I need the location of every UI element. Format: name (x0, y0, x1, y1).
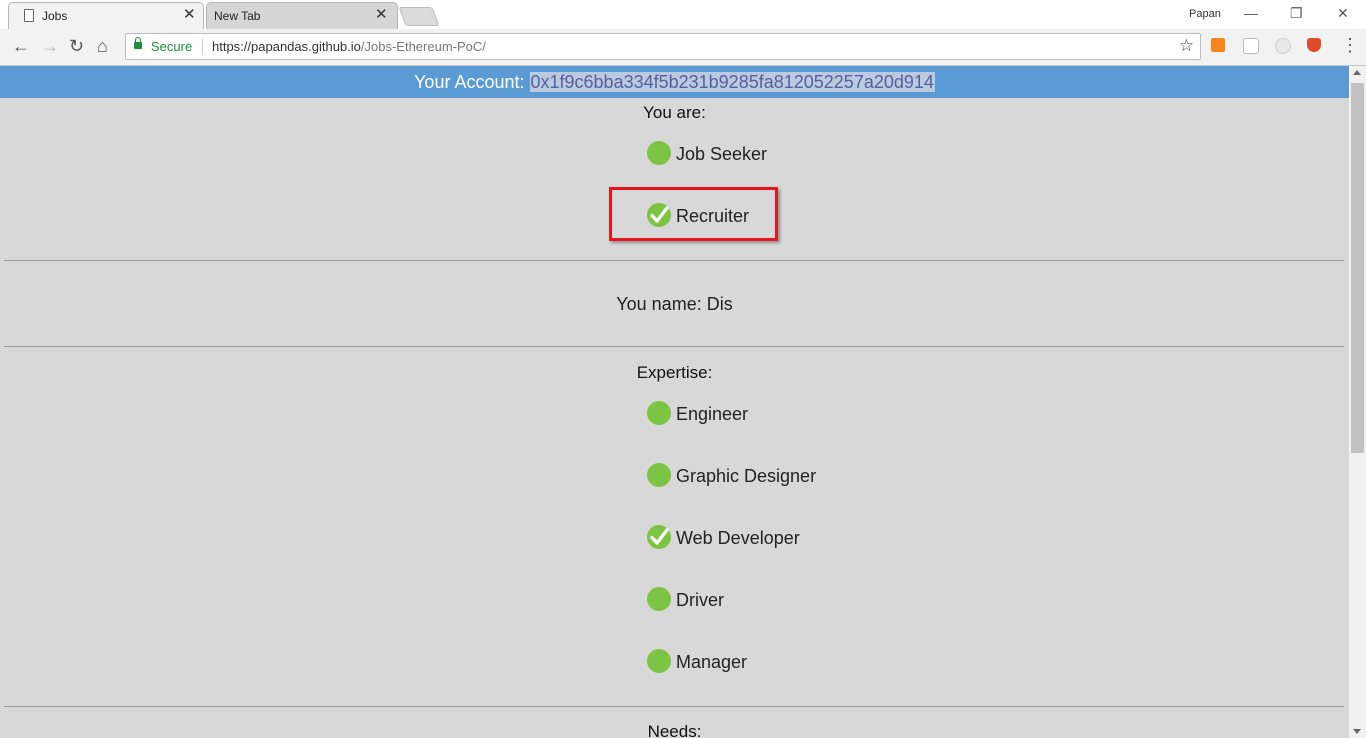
scroll-up-icon[interactable] (1353, 70, 1361, 75)
home-icon[interactable]: ⌂ (97, 35, 108, 57)
radio-checked-icon[interactable] (647, 525, 671, 549)
url-host: https://papandas.github.io (212, 39, 361, 54)
page-icon (24, 9, 34, 22)
lock-icon (134, 37, 142, 49)
page-content: Your Account: 0x1f9c6bba334f5b231b9285fa… (0, 66, 1349, 738)
tab-title: New Tab (214, 9, 261, 23)
page-scrollbar[interactable] (1349, 66, 1366, 738)
option-label: Manager (676, 652, 748, 672)
role-heading: You are: (643, 103, 706, 122)
divider (202, 39, 203, 55)
profile-name[interactable]: Papan (1189, 8, 1221, 20)
brave-shield-icon[interactable] (1307, 38, 1321, 52)
close-tab-icon[interactable]: ✕ (183, 6, 196, 24)
tab-strip: Jobs ✕ New Tab ✕ Papan — ❐ ✕ (0, 0, 1366, 29)
browser-toolbar: ← → ↻ ⌂ Secure https://papandas.github.i… (0, 29, 1366, 66)
tab-new-tab[interactable]: New Tab ✕ (206, 2, 398, 29)
back-icon[interactable]: ← (12, 35, 30, 57)
option-label: Web Developer (676, 528, 800, 548)
extension-circle-icon[interactable] (1275, 38, 1291, 54)
radio-icon[interactable] (647, 401, 671, 425)
new-tab-button[interactable] (398, 7, 440, 26)
minimize-icon[interactable]: — (1244, 4, 1258, 22)
option-label: Graphic Designer (676, 466, 817, 486)
address-bar[interactable]: Secure https://papandas.github.io/Jobs-E… (125, 33, 1201, 60)
window-close-icon[interactable]: ✕ (1337, 4, 1349, 22)
divider (4, 706, 1344, 707)
annotation-highlight-box (609, 187, 778, 241)
option-label: Driver (676, 590, 724, 610)
metamask-icon[interactable] (1211, 38, 1225, 52)
expertise-heading: Expertise: (636, 363, 713, 382)
tab-jobs[interactable]: Jobs ✕ (8, 2, 204, 29)
needs-heading: Needs: (647, 722, 702, 738)
radio-icon[interactable] (647, 649, 671, 673)
scroll-thumb[interactable] (1351, 83, 1364, 453)
forward-icon[interactable]: → (41, 35, 59, 57)
reload-icon[interactable]: ↻ (69, 35, 84, 57)
divider (4, 260, 1344, 261)
option-label: Engineer (676, 404, 749, 424)
browser-menu-icon[interactable]: ⋮ (1341, 35, 1359, 55)
restore-icon[interactable]: ❐ (1290, 4, 1303, 22)
account-label: Your Account: (414, 72, 530, 92)
option-label: Job Seeker (676, 144, 768, 164)
secure-label: Secure (151, 39, 193, 54)
extension-gear-icon[interactable] (1243, 38, 1259, 54)
divider (4, 346, 1344, 347)
radio-icon[interactable] (647, 587, 671, 611)
user-name: You name: Dis (616, 294, 733, 314)
bookmark-star-icon[interactable]: ☆ (1179, 36, 1194, 56)
radio-icon[interactable] (647, 141, 671, 165)
account-address: 0x1f9c6bba334f5b231b9285fa812052257a20d9… (529, 72, 935, 92)
radio-icon[interactable] (647, 463, 671, 487)
url-text[interactable]: https://papandas.github.io/Jobs-Ethereum… (212, 39, 486, 54)
tab-title: Jobs (42, 9, 68, 23)
close-tab-icon[interactable]: ✕ (375, 6, 388, 24)
url-path: /Jobs-Ethereum-PoC/ (360, 39, 486, 54)
scroll-down-icon[interactable] (1353, 729, 1361, 734)
account-header: Your Account: 0x1f9c6bba334f5b231b9285fa… (0, 66, 1349, 98)
